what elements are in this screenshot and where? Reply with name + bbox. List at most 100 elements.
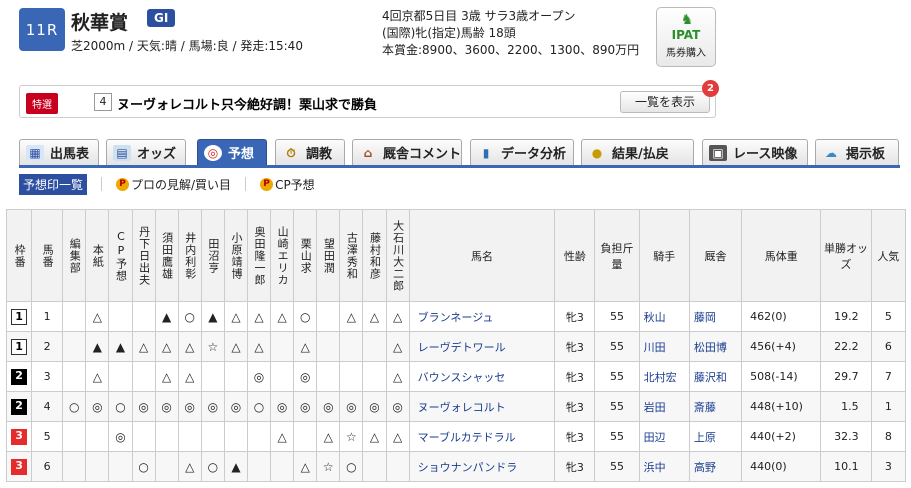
col-predictor-8: 小原靖博	[223, 209, 248, 302]
odds-cell: 1.5	[820, 391, 872, 422]
prediction-mark	[62, 331, 87, 362]
load-cell: 55	[594, 451, 640, 482]
trainer-link[interactable]: 斎藤	[688, 391, 743, 422]
waku-cell: 1	[5, 331, 33, 362]
ipat-logo: IPAT	[671, 28, 701, 42]
subnav-cp-prediction[interactable]: P CP予想	[260, 176, 315, 193]
waku-number: 3	[11, 458, 28, 475]
tab-label: 掲示板	[846, 147, 886, 162]
prediction-mark: △	[154, 331, 179, 362]
col-predictor-15: 大石川大二郎	[385, 209, 410, 302]
jockey-link[interactable]: 秋山	[638, 301, 690, 332]
table-row: 2 3 △ △ △ ◎ ◎ △ バウンスシャッセ 牝3 55 北村宏 藤沢和 508(-14) 29.7 7	[5, 361, 907, 392]
prediction-mark	[339, 331, 364, 362]
tab-stable-comments[interactable]: ⌂ 厩舎コメント	[352, 139, 462, 165]
prediction-mark: △	[177, 331, 202, 362]
waku-number: 1	[11, 338, 28, 355]
prediction-mark	[108, 451, 133, 482]
prediction-mark: ◎	[385, 391, 410, 422]
prediction-mark: ▲	[200, 301, 225, 332]
prediction-mark: △	[177, 451, 202, 482]
tab-entries[interactable]: ▦ 出馬表	[19, 139, 99, 165]
horse-name-link[interactable]: レーヴデトワール	[408, 331, 556, 362]
show-list-button[interactable]: 一覧を表示	[620, 91, 710, 113]
prediction-mark: △	[385, 301, 410, 332]
prediction-mark	[316, 361, 341, 392]
col-body-weight: 馬体重	[741, 209, 822, 302]
chat-icon: ☁	[825, 145, 837, 160]
col-odds: 単勝オッズ	[820, 209, 872, 302]
prediction-mark: ○	[131, 451, 156, 482]
prediction-mark: △	[385, 361, 410, 392]
prediction-mark	[154, 421, 179, 452]
subnav-pro-opinion[interactable]: P プロの見解/買い目	[116, 176, 231, 193]
premium-p-icon: P	[116, 177, 130, 191]
table-header-row: 枠番 馬番 編集部 本紙 CP予想 丹下日出夫 須田鷹雄 井内利彰 田沼亨 小原…	[5, 209, 907, 302]
col-predictor-6: 井内利彰	[177, 209, 202, 302]
prediction-mark: △	[270, 301, 295, 332]
trainer-link[interactable]: 松田博	[688, 331, 743, 362]
table-icon: ▦	[26, 144, 44, 161]
horse-name-link[interactable]: ショウナンパンドラ	[408, 451, 556, 482]
tab-prediction[interactable]: ◎ 予想	[197, 139, 267, 165]
race-info-line3: 本賞金:8900、3600、2200、1300、890万円	[382, 43, 640, 57]
tab-label: レース映像	[733, 147, 798, 162]
prediction-mark	[62, 451, 87, 482]
prediction-mark	[362, 451, 387, 482]
jockey-link[interactable]: 岩田	[638, 391, 690, 422]
body-weight-cell: 462(0)	[741, 301, 822, 332]
prediction-mark: △	[293, 331, 318, 362]
tab-data-analysis[interactable]: ▮ データ分析	[470, 139, 574, 165]
subnav-mark-list[interactable]: 予想印一覧	[19, 173, 88, 195]
tab-label: 結果/払戻	[612, 147, 669, 162]
prediction-mark	[131, 361, 156, 392]
jockey-link[interactable]: 浜中	[638, 451, 690, 482]
horse-name-link[interactable]: マーブルカテドラル	[408, 421, 556, 452]
table-row: 3 6 ○ △ ○ ▲ △ ☆ ○ ショウナンパンドラ 牝3 55 浜中 高野 440(0) 10.1 3	[5, 451, 907, 482]
umaban-cell: 3	[31, 361, 64, 392]
tab-training[interactable]: ⏱ 調教	[275, 139, 345, 165]
col-sex-age: 性齢	[554, 209, 596, 302]
prediction-mark: △	[293, 451, 318, 482]
table-row: 2 4 ○ ◎ ○ ◎ ◎ ◎ ◎ ◎ ○ ◎ ◎ ◎ ◎ ◎ ◎ ヌーヴォレコルト 牝3 55 岩田 斎藤 448(+10…	[5, 391, 907, 422]
sex-age-cell: 牝3	[554, 391, 596, 422]
prediction-mark: ◎	[85, 391, 110, 422]
trainer-link[interactable]: 藤沢和	[688, 361, 743, 392]
odds-cell: 19.2	[820, 301, 872, 332]
trainer-link[interactable]: 高野	[688, 451, 743, 482]
popularity-cell: 3	[870, 451, 907, 482]
prediction-mark: △	[246, 301, 272, 332]
prediction-mark: ◎	[223, 391, 248, 422]
prediction-mark: ◎	[200, 391, 225, 422]
prediction-mark: △	[223, 301, 248, 332]
tab-results[interactable]: ● 結果/払戻	[581, 139, 694, 165]
tab-bulletin-board[interactable]: ☁ 掲示板	[815, 139, 899, 165]
jockey-link[interactable]: 川田	[638, 331, 690, 362]
body-weight-cell: 448(+10)	[741, 391, 822, 422]
race-info-line2: (国際)牝(指定)馬齢 18頭	[382, 26, 516, 40]
ipat-button[interactable]: ♞ IPAT 馬券購入	[656, 7, 716, 67]
odds-cell: 22.2	[820, 331, 872, 362]
prediction-table: 枠番 馬番 編集部 本紙 CP予想 丹下日出夫 須田鷹雄 井内利彰 田沼亨 小原…	[5, 209, 907, 482]
trainer-link[interactable]: 藤岡	[688, 301, 743, 332]
tab-race-video[interactable]: ▣ レース映像	[702, 139, 808, 165]
horse-name-link[interactable]: ヌーヴォレコルト	[408, 391, 556, 422]
prediction-mark: ○	[246, 391, 272, 422]
tab-odds[interactable]: ▤ オッズ	[106, 139, 186, 165]
odds-cell: 29.7	[820, 361, 872, 392]
waku-cell: 2	[5, 361, 33, 392]
jockey-link[interactable]: 田辺	[638, 421, 690, 452]
trainer-link[interactable]: 上原	[688, 421, 743, 452]
prediction-mark: ○	[200, 451, 225, 482]
col-predictor-13: 古澤秀和	[339, 209, 364, 302]
prediction-mark	[154, 451, 179, 482]
prediction-mark: △	[154, 361, 179, 392]
body-weight-cell: 508(-14)	[741, 361, 822, 392]
news-headline-link[interactable]: ヌーヴォレコルト只今絶好調！栗山求で勝負	[117, 94, 377, 113]
prediction-mark: ◎	[108, 421, 133, 452]
load-cell: 55	[594, 361, 640, 392]
horse-name-link[interactable]: バウンスシャッセ	[408, 361, 556, 392]
jockey-link[interactable]: 北村宏	[638, 361, 690, 392]
tab-label: オッズ	[137, 147, 177, 162]
horse-name-link[interactable]: ブランネージュ	[408, 301, 556, 332]
